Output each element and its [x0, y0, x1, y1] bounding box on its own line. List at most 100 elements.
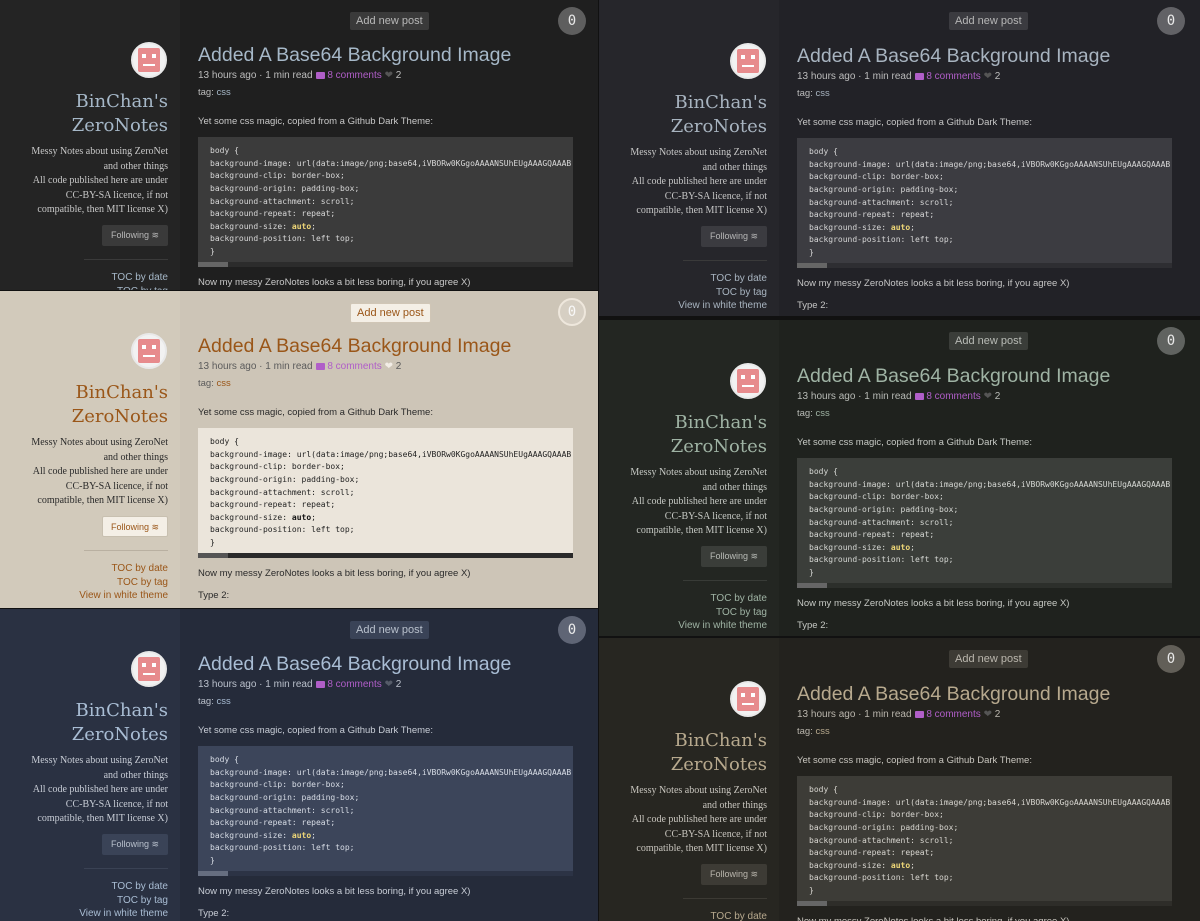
toc-by-date-link[interactable]: TOC by date: [60, 562, 168, 576]
add-new-post-button[interactable]: Add new post: [350, 621, 429, 639]
heart-icon[interactable]: ❤: [385, 679, 393, 690]
code-scrollbar[interactable]: [797, 901, 1172, 907]
code-block: body {background-image: url(data:image/p…: [797, 776, 1172, 907]
toc-by-date-link[interactable]: TOC by date: [659, 272, 767, 286]
notification-counter[interactable]: 0: [1157, 327, 1185, 355]
avatar[interactable]: [131, 42, 167, 78]
comments-link[interactable]: 8 comments: [926, 709, 980, 720]
avatar[interactable]: [131, 333, 167, 369]
post-meta: 13 hours ago · 1 min read 8 comments ❤ 2: [797, 709, 1001, 721]
tag-link[interactable]: css: [816, 88, 830, 99]
heart-icon[interactable]: ❤: [385, 70, 393, 81]
code-scrollbar-thumb[interactable]: [198, 871, 228, 877]
heart-icon[interactable]: ❤: [984, 71, 992, 82]
notification-counter[interactable]: 0: [558, 616, 586, 644]
desc-line: and other things: [702, 161, 767, 173]
code-line-prop: background-size:: [809, 542, 891, 552]
heart-icon[interactable]: ❤: [385, 361, 393, 372]
avatar[interactable]: [730, 681, 766, 717]
code-scrollbar[interactable]: [198, 871, 573, 877]
follow-button[interactable]: Following ≋: [701, 226, 767, 247]
add-new-post-button[interactable]: Add new post: [949, 12, 1028, 30]
avatar[interactable]: [131, 651, 167, 687]
desc-line: All code published here are under: [631, 814, 767, 825]
blog-title[interactable]: BinChan's ZeroNotes: [40, 699, 168, 747]
toc-by-tag-link[interactable]: TOC by tag: [60, 285, 168, 291]
blog-title[interactable]: BinChan's ZeroNotes: [40, 381, 168, 429]
post-outro: Now my messy ZeroNotes looks a bit less …: [797, 278, 1070, 290]
post-title[interactable]: Added A Base64 Background Image: [797, 43, 1177, 69]
toc-by-tag-link[interactable]: TOC by tag: [60, 894, 168, 908]
follow-button[interactable]: Following ≋: [102, 516, 168, 537]
tag-link[interactable]: css: [217, 696, 231, 707]
add-new-post-button[interactable]: Add new post: [949, 332, 1028, 350]
follow-button[interactable]: Following ≋: [102, 834, 168, 855]
notification-counter[interactable]: 0: [558, 298, 586, 326]
toc-by-tag-link[interactable]: TOC by tag: [60, 576, 168, 590]
code-line: background-clip: border-box;: [809, 492, 944, 502]
toc-by-tag-link[interactable]: TOC by tag: [659, 286, 767, 300]
notification-counter[interactable]: 0: [1157, 645, 1185, 673]
avatar[interactable]: [730, 43, 766, 79]
post-title[interactable]: Added A Base64 Background Image: [198, 651, 578, 677]
heart-icon[interactable]: ❤: [984, 391, 992, 402]
add-new-post-button[interactable]: Add new post: [350, 12, 429, 30]
code-scrollbar[interactable]: [797, 583, 1172, 589]
view-white-theme-link[interactable]: View in white theme: [659, 619, 767, 633]
toc-by-date-link[interactable]: TOC by date: [60, 271, 168, 285]
toc-by-date-link[interactable]: TOC by date: [659, 592, 767, 606]
blog-title[interactable]: BinChan's ZeroNotes: [639, 729, 767, 777]
blog-title-line2: ZeroNotes: [71, 406, 168, 427]
code-scrollbar[interactable]: [198, 262, 573, 268]
code-scrollbar-thumb[interactable]: [797, 901, 827, 907]
follow-button[interactable]: Following ≋: [701, 546, 767, 567]
view-white-theme-link[interactable]: View in white theme: [60, 589, 168, 603]
comments-link[interactable]: 8 comments: [327, 679, 381, 690]
code-scrollbar-thumb[interactable]: [198, 553, 228, 559]
view-white-theme-link[interactable]: View in white theme: [60, 907, 168, 921]
blog-title[interactable]: BinChan's ZeroNotes: [639, 91, 767, 139]
post-title[interactable]: Added A Base64 Background Image: [797, 363, 1177, 389]
tag-link[interactable]: css: [816, 726, 830, 737]
comments-link[interactable]: 8 comments: [327, 361, 381, 372]
notification-counter[interactable]: 0: [558, 7, 586, 35]
comments-link[interactable]: 8 comments: [926, 391, 980, 402]
sidebar: BinChan's ZeroNotes Messy Notes about us…: [599, 638, 779, 921]
blog-panel-green: BinChan's ZeroNotes Messy Notes about us…: [599, 320, 1200, 636]
code-scrollbar-thumb[interactable]: [198, 262, 228, 268]
comments-link[interactable]: 8 comments: [327, 70, 381, 81]
toc-by-date-link[interactable]: TOC by date: [60, 880, 168, 894]
add-new-post-button[interactable]: Add new post: [350, 303, 431, 323]
comments-link[interactable]: 8 comments: [926, 71, 980, 82]
code-line: background-origin: padding-box;: [809, 184, 959, 194]
heart-icon[interactable]: ❤: [984, 709, 992, 720]
toc-by-tag-link[interactable]: TOC by tag: [659, 606, 767, 620]
post-title[interactable]: Added A Base64 Background Image: [198, 333, 578, 359]
code-scrollbar-thumb[interactable]: [797, 263, 827, 269]
follow-button[interactable]: Following ≋: [701, 864, 767, 885]
like-count: 2: [994, 391, 1001, 403]
code-line: background-attachment: scroll;: [210, 805, 355, 815]
toc-by-date-link[interactable]: TOC by date: [659, 910, 767, 921]
avatar[interactable]: [730, 363, 766, 399]
robot-avatar-icon: [737, 687, 759, 711]
code-scrollbar[interactable]: [797, 263, 1172, 269]
tag-link[interactable]: css: [217, 87, 231, 98]
view-white-theme-link[interactable]: View in white theme: [659, 299, 767, 313]
add-new-post-button[interactable]: Add new post: [949, 650, 1028, 668]
robot-avatar-icon: [737, 49, 759, 73]
code-scrollbar[interactable]: [198, 553, 573, 559]
follow-button[interactable]: Following ≋: [102, 225, 168, 246]
blog-title[interactable]: BinChan's ZeroNotes: [639, 411, 767, 459]
toc-links: TOC by date TOC by tag View in white the…: [659, 910, 767, 921]
blog-panel-olive: BinChan's ZeroNotes Messy Notes about us…: [599, 638, 1200, 921]
blog-title[interactable]: BinChan's ZeroNotes: [40, 90, 168, 138]
tag-link[interactable]: css: [816, 408, 830, 419]
tag-link[interactable]: css: [217, 378, 231, 389]
code-scrollbar-thumb[interactable]: [797, 583, 827, 589]
post-title[interactable]: Added A Base64 Background Image: [797, 681, 1177, 707]
post-title[interactable]: Added A Base64 Background Image: [198, 42, 578, 68]
code-line: background-image: url(data:image/png;bas…: [210, 767, 572, 777]
code-keyword: auto: [890, 860, 911, 870]
notification-counter[interactable]: 0: [1157, 7, 1185, 35]
